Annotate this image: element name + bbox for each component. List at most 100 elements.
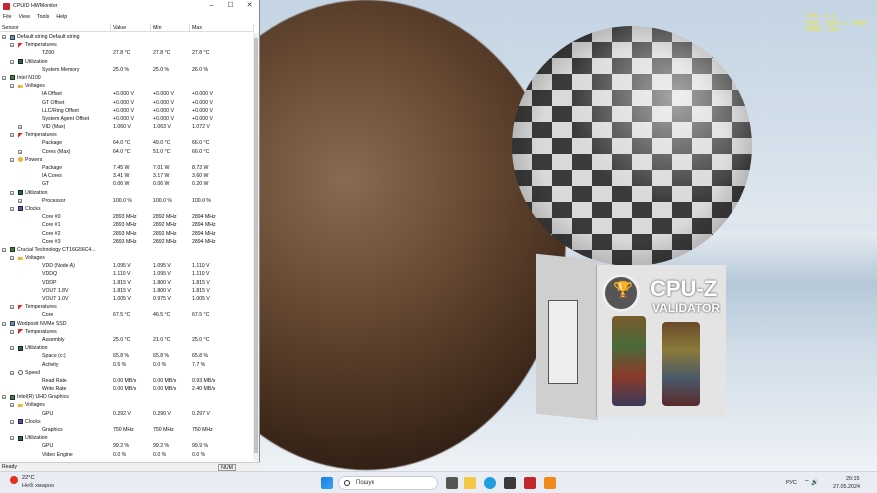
- menu-tools[interactable]: Tools: [37, 14, 49, 20]
- collapse-icon[interactable]: −: [10, 346, 14, 351]
- table-row[interactable]: GPU 0.292 V 0.290 V 0.297 V: [0, 410, 254, 418]
- table-row[interactable]: Core #3 2893 MHz 2892 MHz 2894 MHz: [0, 238, 254, 246]
- table-row[interactable]: − Voltages: [0, 401, 254, 409]
- column-value[interactable]: Value: [111, 24, 151, 31]
- collapse-icon[interactable]: −: [10, 59, 14, 64]
- collapse-icon[interactable]: −: [2, 35, 6, 40]
- table-row[interactable]: TZ00 27.8 °C 27.8 °C 27.8 °C: [0, 49, 254, 57]
- collapse-icon[interactable]: −: [10, 403, 14, 408]
- weather-description[interactable]: Небі хмарно: [22, 483, 54, 489]
- clock-time[interactable]: 20:15: [846, 476, 860, 482]
- collapse-icon[interactable]: −: [10, 133, 14, 138]
- collapse-icon[interactable]: −: [2, 247, 6, 252]
- table-row[interactable]: + VID (Max) 1.060 V 1.063 V 1.072 V: [0, 123, 254, 131]
- weather-icon[interactable]: [10, 476, 18, 484]
- table-row[interactable]: VDD (Node A) 1.095 V 1.095 V 1.110 V: [0, 262, 254, 270]
- edge-browser-icon[interactable]: [484, 477, 496, 489]
- expand-icon[interactable]: +: [18, 149, 22, 154]
- table-row[interactable]: GPU 99.2 % 99.2 % 99.9 %: [0, 442, 254, 450]
- table-row[interactable]: − Voltages: [0, 254, 254, 262]
- network-volume-icon[interactable]: ⌔ 🔊: [804, 479, 830, 487]
- table-row[interactable]: − Temperatures: [0, 41, 254, 49]
- maximize-button[interactable]: ☐: [221, 0, 240, 12]
- table-row[interactable]: Read Rate 0.00 MB/s 0.00 MB/s 0.93 MB/s: [0, 377, 254, 385]
- table-row[interactable]: Video Engine 0.0 % 0.0 % 0.0 %: [0, 451, 254, 459]
- table-row[interactable]: VDDP 1.815 V 1.800 V 1.815 V: [0, 279, 254, 287]
- table-row[interactable]: Package 7.45 W 7.01 W 8.73 W: [0, 164, 254, 172]
- vertical-scrollbar[interactable]: [253, 33, 259, 461]
- table-row[interactable]: − Temperatures: [0, 303, 254, 311]
- table-row[interactable]: Core #1 2893 MHz 2892 MHz 2894 MHz: [0, 221, 254, 229]
- table-row[interactable]: + Processor 100.0 % 100.0 % 100.0 %: [0, 197, 254, 205]
- table-row[interactable]: Space (c:) 65.8 % 65.8 % 65.8 %: [0, 352, 254, 360]
- language-indicator[interactable]: РУС: [786, 480, 797, 486]
- collapse-icon[interactable]: −: [10, 329, 14, 334]
- table-row[interactable]: GT 0.06 W 0.06 W 0.20 W: [0, 180, 254, 188]
- table-row[interactable]: − Wodposit NVMe SSD: [0, 320, 254, 328]
- table-row[interactable]: − Default string Default string: [0, 33, 254, 41]
- table-row[interactable]: − Crucial Technology CT16G56C4...: [0, 246, 254, 254]
- collapse-icon[interactable]: −: [2, 321, 6, 326]
- table-row[interactable]: IA Cores 3.41 W 3.17 W 3.60 W: [0, 172, 254, 180]
- column-sensor[interactable]: Sensor: [0, 24, 111, 31]
- collapse-icon[interactable]: −: [10, 436, 14, 441]
- table-row[interactable]: IA Offset +0.000 V +0.000 V +0.000 V: [0, 90, 254, 98]
- table-row[interactable]: − Intel N100: [0, 74, 254, 82]
- close-button[interactable]: ✕: [240, 0, 259, 12]
- table-row[interactable]: VOUT 1.8V 1.815 V 1.800 V 1.815 V: [0, 287, 254, 295]
- minimize-button[interactable]: –: [202, 0, 221, 12]
- table-row[interactable]: VOUT 1.0V 1.005 V 0.975 V 1.005 V: [0, 295, 254, 303]
- task-view-icon[interactable]: [446, 477, 458, 489]
- collapse-icon[interactable]: −: [10, 157, 14, 162]
- weather-temperature[interactable]: 22°C: [22, 475, 35, 481]
- table-row[interactable]: VDDQ 1.110 V 1.095 V 1.110 V: [0, 270, 254, 278]
- table-row[interactable]: − Utilization: [0, 344, 254, 352]
- table-row[interactable]: − Temperatures: [0, 131, 254, 139]
- table-row[interactable]: − Utilization: [0, 189, 254, 197]
- collapse-icon[interactable]: −: [10, 43, 14, 48]
- table-row[interactable]: − Clocks: [0, 205, 254, 213]
- table-row[interactable]: − Clocks: [0, 418, 254, 426]
- clock-date[interactable]: 27.05.2024: [833, 484, 860, 490]
- table-row[interactable]: Core 67.5 °C 46.5 °C 67.5 °C: [0, 311, 254, 319]
- collapse-icon[interactable]: −: [10, 206, 14, 211]
- table-row[interactable]: System Agent Offset +0.000 V +0.000 V +0.00…: [0, 115, 254, 123]
- collapse-icon[interactable]: −: [10, 419, 14, 424]
- table-row[interactable]: Core #0 2893 MHz 2892 MHz 2894 MHz: [0, 213, 254, 221]
- table-row[interactable]: − Speed: [0, 369, 254, 377]
- expand-icon[interactable]: +: [18, 198, 22, 203]
- table-row[interactable]: − Temperatures: [0, 328, 254, 336]
- table-row[interactable]: − Utilization: [0, 58, 254, 66]
- table-row[interactable]: Write Rate 0.00 MB/s 0.00 MB/s 2.40 MB/s: [0, 385, 254, 393]
- column-max[interactable]: Max: [190, 24, 254, 31]
- expand-icon[interactable]: +: [18, 125, 22, 130]
- menu-help[interactable]: Help: [56, 14, 67, 20]
- table-row[interactable]: − Utilization: [0, 434, 254, 442]
- title-bar[interactable]: CPUID HWMonitor – ☐ ✕: [0, 0, 259, 12]
- table-row[interactable]: − Voltages: [0, 82, 254, 90]
- start-icon[interactable]: [321, 477, 333, 489]
- table-row[interactable]: − Intel(R) UHD Graphics: [0, 393, 254, 401]
- collapse-icon[interactable]: −: [2, 75, 6, 80]
- collapse-icon[interactable]: −: [10, 84, 14, 89]
- table-row[interactable]: Assembly 25.0 °C 21.0 °C 25.0 °C: [0, 336, 254, 344]
- collapse-icon[interactable]: −: [10, 256, 14, 261]
- table-row[interactable]: GT Offset +0.000 V +0.000 V +0.000 V: [0, 99, 254, 107]
- furmark-taskbar-icon[interactable]: [544, 477, 556, 489]
- table-row[interactable]: + Cores (Max) 64.0 °C 51.0 °C 66.0 °C: [0, 148, 254, 156]
- table-row[interactable]: LLC/Ring Offset +0.000 V +0.000 V +0.000 V: [0, 107, 254, 115]
- hwmonitor-taskbar-icon[interactable]: [524, 477, 536, 489]
- table-row[interactable]: System Memory 25.0 % 25.0 % 26.0 %: [0, 66, 254, 74]
- table-row[interactable]: Package 64.0 °C 49.0 °C 66.0 °C: [0, 139, 254, 147]
- search-box[interactable]: Пошук: [338, 476, 438, 490]
- store-icon[interactable]: [504, 477, 516, 489]
- table-row[interactable]: Core #2 2893 MHz 2892 MHz 2894 MHz: [0, 230, 254, 238]
- scrollbar-thumb[interactable]: [254, 38, 258, 453]
- column-min[interactable]: Min: [151, 24, 190, 31]
- collapse-icon[interactable]: −: [10, 305, 14, 310]
- table-row[interactable]: Graphics 750 MHz 750 MHz 750 MHz: [0, 426, 254, 434]
- collapse-icon[interactable]: −: [10, 190, 14, 195]
- menu-file[interactable]: File: [3, 14, 12, 20]
- collapse-icon[interactable]: −: [10, 370, 14, 375]
- table-row[interactable]: − Powers: [0, 156, 254, 164]
